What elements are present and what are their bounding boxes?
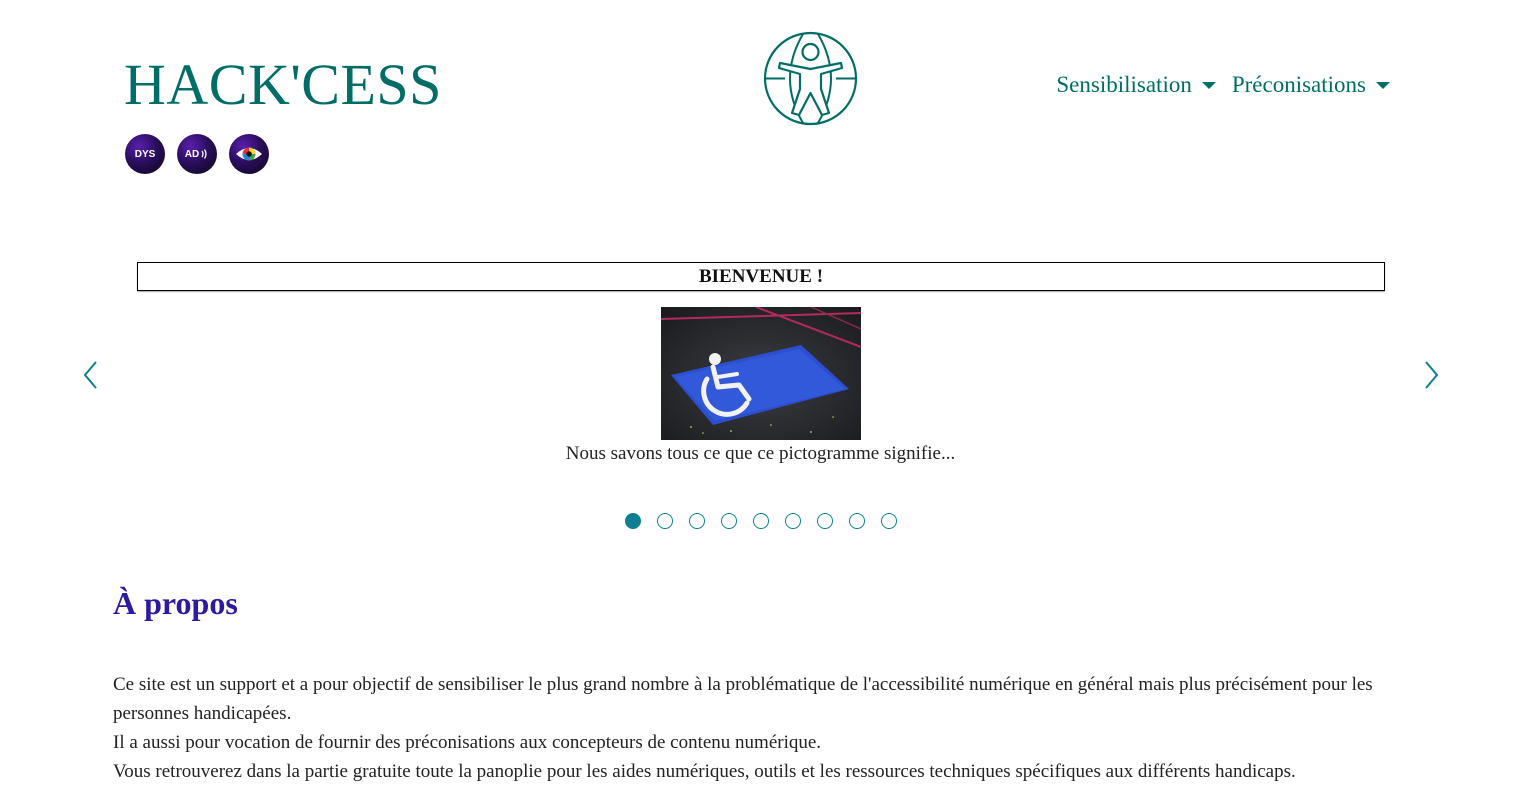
site-title: HACK'CESS [124, 52, 442, 117]
carousel-indicator-3[interactable] [689, 513, 705, 529]
universal-access-globe-icon [763, 31, 858, 126]
about-paragraph: Vous retrouverez dans la partie gratuite… [113, 761, 1296, 782]
carousel-caption: Nous savons tous ce que ce pictogramme s… [565, 443, 956, 464]
accessibility-toolbar: DYS AD [125, 134, 269, 174]
carousel-indicators [625, 513, 897, 529]
carousel-indicator-8[interactable] [849, 513, 865, 529]
about-paragraph: Ce site est un support et a pour objecti… [113, 674, 1373, 724]
audio-description-button[interactable]: AD [177, 134, 217, 174]
audio-description-label: AD [184, 148, 200, 160]
carousel-next-button[interactable] [1421, 358, 1441, 392]
nav-sensibilisation-dropdown[interactable]: Sensibilisation [1056, 71, 1216, 99]
about-text: Ce site est un support et a pour objecti… [113, 670, 1393, 786]
carousel-indicator-9[interactable] [881, 513, 897, 529]
color-vision-eye-icon [236, 147, 262, 161]
carousel-prev-button[interactable] [81, 358, 101, 392]
carousel-title: BIENVENUE ! [137, 262, 1385, 291]
dyslexia-mode-button[interactable]: DYS [125, 134, 165, 174]
sound-waves-icon [201, 149, 207, 159]
carousel-indicator-1[interactable] [625, 513, 641, 529]
about-paragraph: Il a aussi pour vocation de fournir des … [113, 732, 822, 753]
carousel-indicator-5[interactable] [753, 513, 769, 529]
nav-preconisations-dropdown[interactable]: Préconisations [1232, 71, 1390, 99]
main-nav: Sensibilisation Préconisations [1056, 71, 1390, 99]
caret-down-icon [1201, 82, 1216, 89]
audio-description-icon: AD [185, 148, 209, 160]
nav-sensibilisation-label: Sensibilisation [1056, 72, 1192, 97]
color-vision-button[interactable] [229, 134, 269, 174]
nav-preconisations-label: Préconisations [1231, 72, 1366, 97]
wheelchair-parking-photo [661, 307, 861, 440]
carousel-indicator-2[interactable] [657, 513, 673, 529]
carousel-indicator-4[interactable] [721, 513, 737, 529]
carousel-indicator-7[interactable] [817, 513, 833, 529]
caret-down-icon [1376, 82, 1390, 89]
dyslexia-icon: DYS [134, 148, 156, 160]
carousel-indicator-6[interactable] [785, 513, 801, 529]
about-heading: À propos [113, 585, 238, 621]
